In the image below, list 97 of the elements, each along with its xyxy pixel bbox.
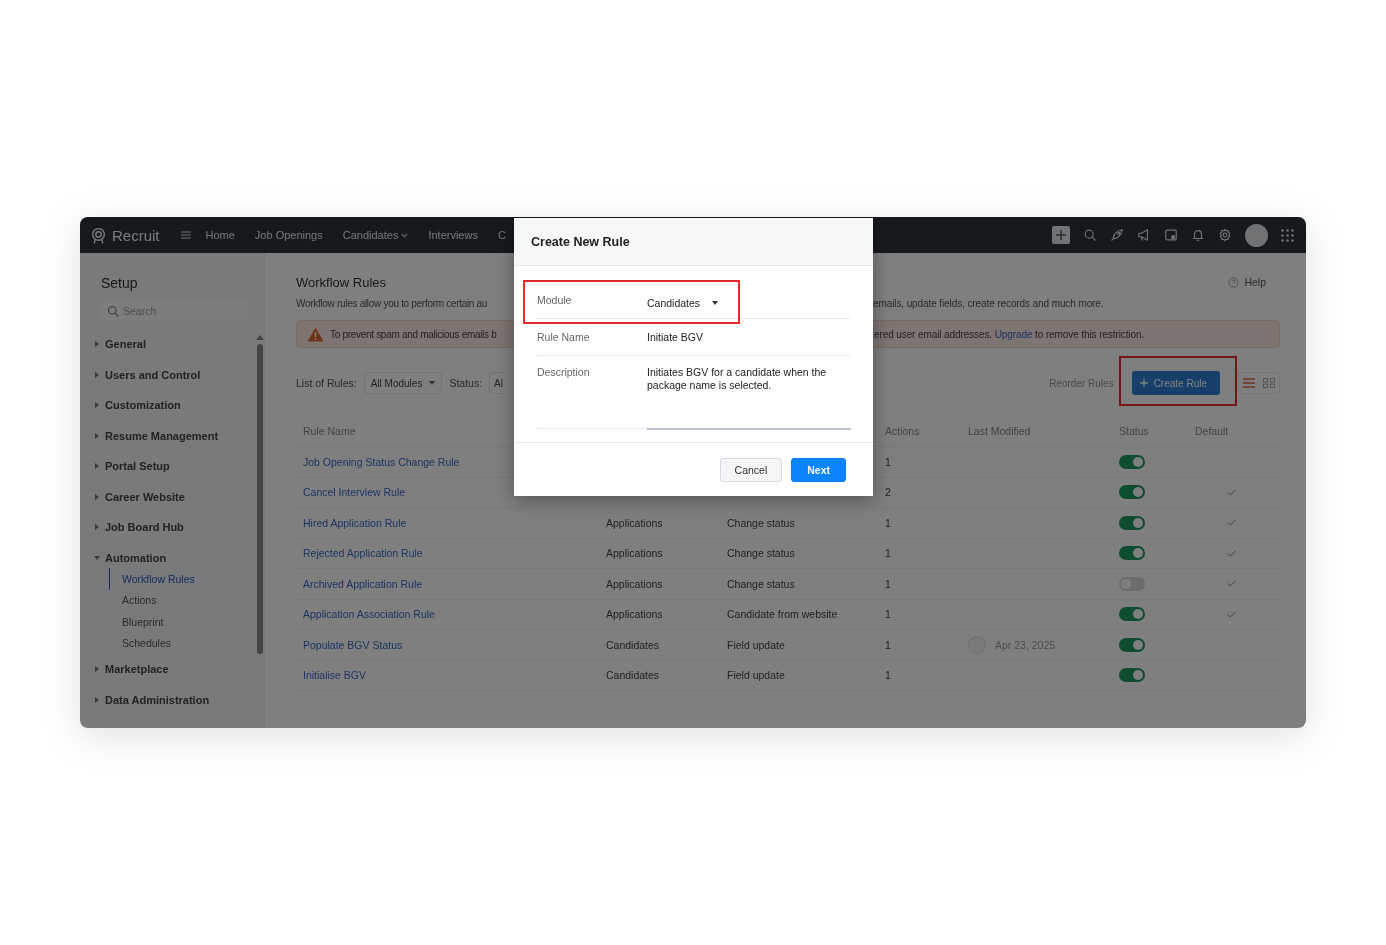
nav-link[interactable]: Job Openings xyxy=(254,229,323,241)
filter-label: Status: xyxy=(449,377,483,389)
logo-icon xyxy=(90,226,107,244)
sidebar-item[interactable]: Customization xyxy=(94,390,256,421)
reorder-rules-link[interactable]: Reorder Rules xyxy=(1049,377,1114,389)
status-toggle[interactable] xyxy=(1119,546,1145,561)
rule-name-link[interactable]: Application Association Rule xyxy=(303,608,435,621)
status-toggle[interactable] xyxy=(1119,607,1145,622)
sidebar-subitem[interactable]: Actions xyxy=(109,589,256,611)
table-cell: 1 xyxy=(885,516,891,529)
megaphone-icon[interactable] xyxy=(1137,228,1151,242)
banner-text: To prevent spam and malicious emails b xyxy=(330,328,497,340)
sidebar-subitem[interactable]: Schedules xyxy=(109,632,256,654)
status-toggle[interactable] xyxy=(1119,515,1145,530)
nav-link[interactable]: C xyxy=(497,229,506,241)
sidebar-item[interactable]: Data Administration xyxy=(94,684,256,715)
table-cell: Change status xyxy=(727,516,795,529)
sidebar-item[interactable]: Portal Setup xyxy=(94,451,256,482)
caret-icon xyxy=(712,300,719,305)
table-cell: Candidates xyxy=(606,638,660,651)
page-description: emails, update fields, create records and much more. xyxy=(873,297,1105,309)
add-icon[interactable] xyxy=(1052,226,1070,244)
table-cell: Change status xyxy=(727,577,795,590)
table-cell: 1 xyxy=(885,577,891,590)
rule-name-link[interactable]: Hired Application Rule xyxy=(303,516,407,529)
status-toggle[interactable] xyxy=(1119,637,1145,652)
table-cell: 1 xyxy=(885,455,891,468)
nav-link[interactable]: Candidates xyxy=(342,229,409,241)
avatar[interactable] xyxy=(1245,223,1268,247)
menu-icon[interactable] xyxy=(179,229,192,241)
plus-icon xyxy=(1139,379,1148,387)
sidebar-item[interactable]: Job Board Hub xyxy=(94,512,256,543)
table-cell: 1 xyxy=(885,669,891,682)
help-link[interactable]: Help xyxy=(1228,276,1280,288)
table-cell: Field update xyxy=(727,638,785,651)
column-header: Default xyxy=(1195,425,1229,437)
settings-icon[interactable] xyxy=(1218,228,1232,242)
table-cell: 1 xyxy=(885,547,891,560)
search-icon[interactable] xyxy=(1083,228,1097,242)
next-button[interactable]: Next xyxy=(791,457,846,482)
rule-name-field[interactable]: Initiate BGV xyxy=(647,331,850,343)
column-header: Last Modified xyxy=(968,425,1031,437)
sidebar-subitem[interactable]: Workflow Rules xyxy=(109,568,256,590)
page-title: Workflow Rules xyxy=(296,274,387,290)
scroll-up-icon[interactable] xyxy=(256,335,264,340)
table-cell: Change status xyxy=(727,547,795,560)
apps-icon[interactable] xyxy=(1281,228,1294,242)
sidebar-subitem[interactable]: Blueprint xyxy=(109,611,256,633)
cancel-button[interactable]: Cancel xyxy=(719,457,783,482)
sidebar-item[interactable]: Career Website xyxy=(94,481,256,512)
status-toggle[interactable] xyxy=(1119,485,1145,500)
create-rule-button[interactable]: Create Rule xyxy=(1131,371,1220,395)
filter-label: List of Rules: xyxy=(296,377,357,389)
table-cell: 2 xyxy=(885,486,891,499)
table-cell: Candidates xyxy=(606,669,660,682)
table-cell: 1 xyxy=(885,638,891,651)
rule-name-link[interactable]: Populate BGV Status xyxy=(303,638,403,651)
rule-name-link[interactable]: Initialise BGV xyxy=(303,669,367,682)
table-cell: Applications xyxy=(606,547,663,560)
table-cell: Applications xyxy=(606,577,663,590)
banner-text: ered user email addresses. Upgrade to remove this restriction. xyxy=(874,328,1146,340)
field-label: Module xyxy=(537,294,573,306)
column-header: Status xyxy=(1119,425,1149,437)
column-header: Rule Name xyxy=(303,425,356,437)
column-header: Actions xyxy=(885,425,920,437)
module-dropdown[interactable]: All Modules xyxy=(363,372,443,394)
table-cell: Candidate from website xyxy=(727,608,838,621)
sidebar-item[interactable]: General xyxy=(94,329,256,360)
sidebar-item[interactable]: Resume Management xyxy=(94,420,256,451)
page-description: Workflow rules allow you to perform certain au xyxy=(296,297,489,309)
table-cell: Field update xyxy=(727,669,785,682)
upgrade-link[interactable]: Upgrade xyxy=(994,328,1033,340)
status-toggle[interactable] xyxy=(1119,668,1145,683)
help-icon xyxy=(1228,276,1240,288)
search-icon xyxy=(107,305,119,317)
table-cell: Applications xyxy=(606,516,663,529)
field-label: Rule Name xyxy=(537,331,591,343)
rule-name-link[interactable]: Rejected Application Rule xyxy=(303,547,423,560)
app-name: Recruit xyxy=(112,226,160,244)
rule-name-link[interactable]: Cancel Interview Rule xyxy=(303,486,406,499)
dialog-title: Create New Rule xyxy=(531,234,630,249)
caret-icon xyxy=(429,381,436,385)
sidebar-item[interactable]: Marketplace xyxy=(94,654,256,685)
sidebar-title: Setup xyxy=(101,275,139,291)
status-toggle[interactable] xyxy=(1119,454,1145,469)
nav-link[interactable]: Home xyxy=(205,229,235,241)
table-cell: 1 xyxy=(885,608,891,621)
warning-icon xyxy=(307,326,324,342)
description-field[interactable]: Initiates BGV for a candidate when the package name is selected. xyxy=(647,366,851,430)
nav-link[interactable]: Interviews xyxy=(428,229,478,241)
table-cell: Applications xyxy=(606,608,663,621)
sidebar-item[interactable]: Users and Control xyxy=(94,359,256,390)
rule-name-link[interactable]: Job Opening Status Change Rule xyxy=(303,455,460,468)
bell-icon[interactable] xyxy=(1191,228,1205,242)
rule-name-link[interactable]: Archived Application Rule xyxy=(303,577,423,590)
module-select[interactable]: Candidates xyxy=(647,291,850,309)
status-dropdown[interactable]: Al xyxy=(489,372,504,394)
